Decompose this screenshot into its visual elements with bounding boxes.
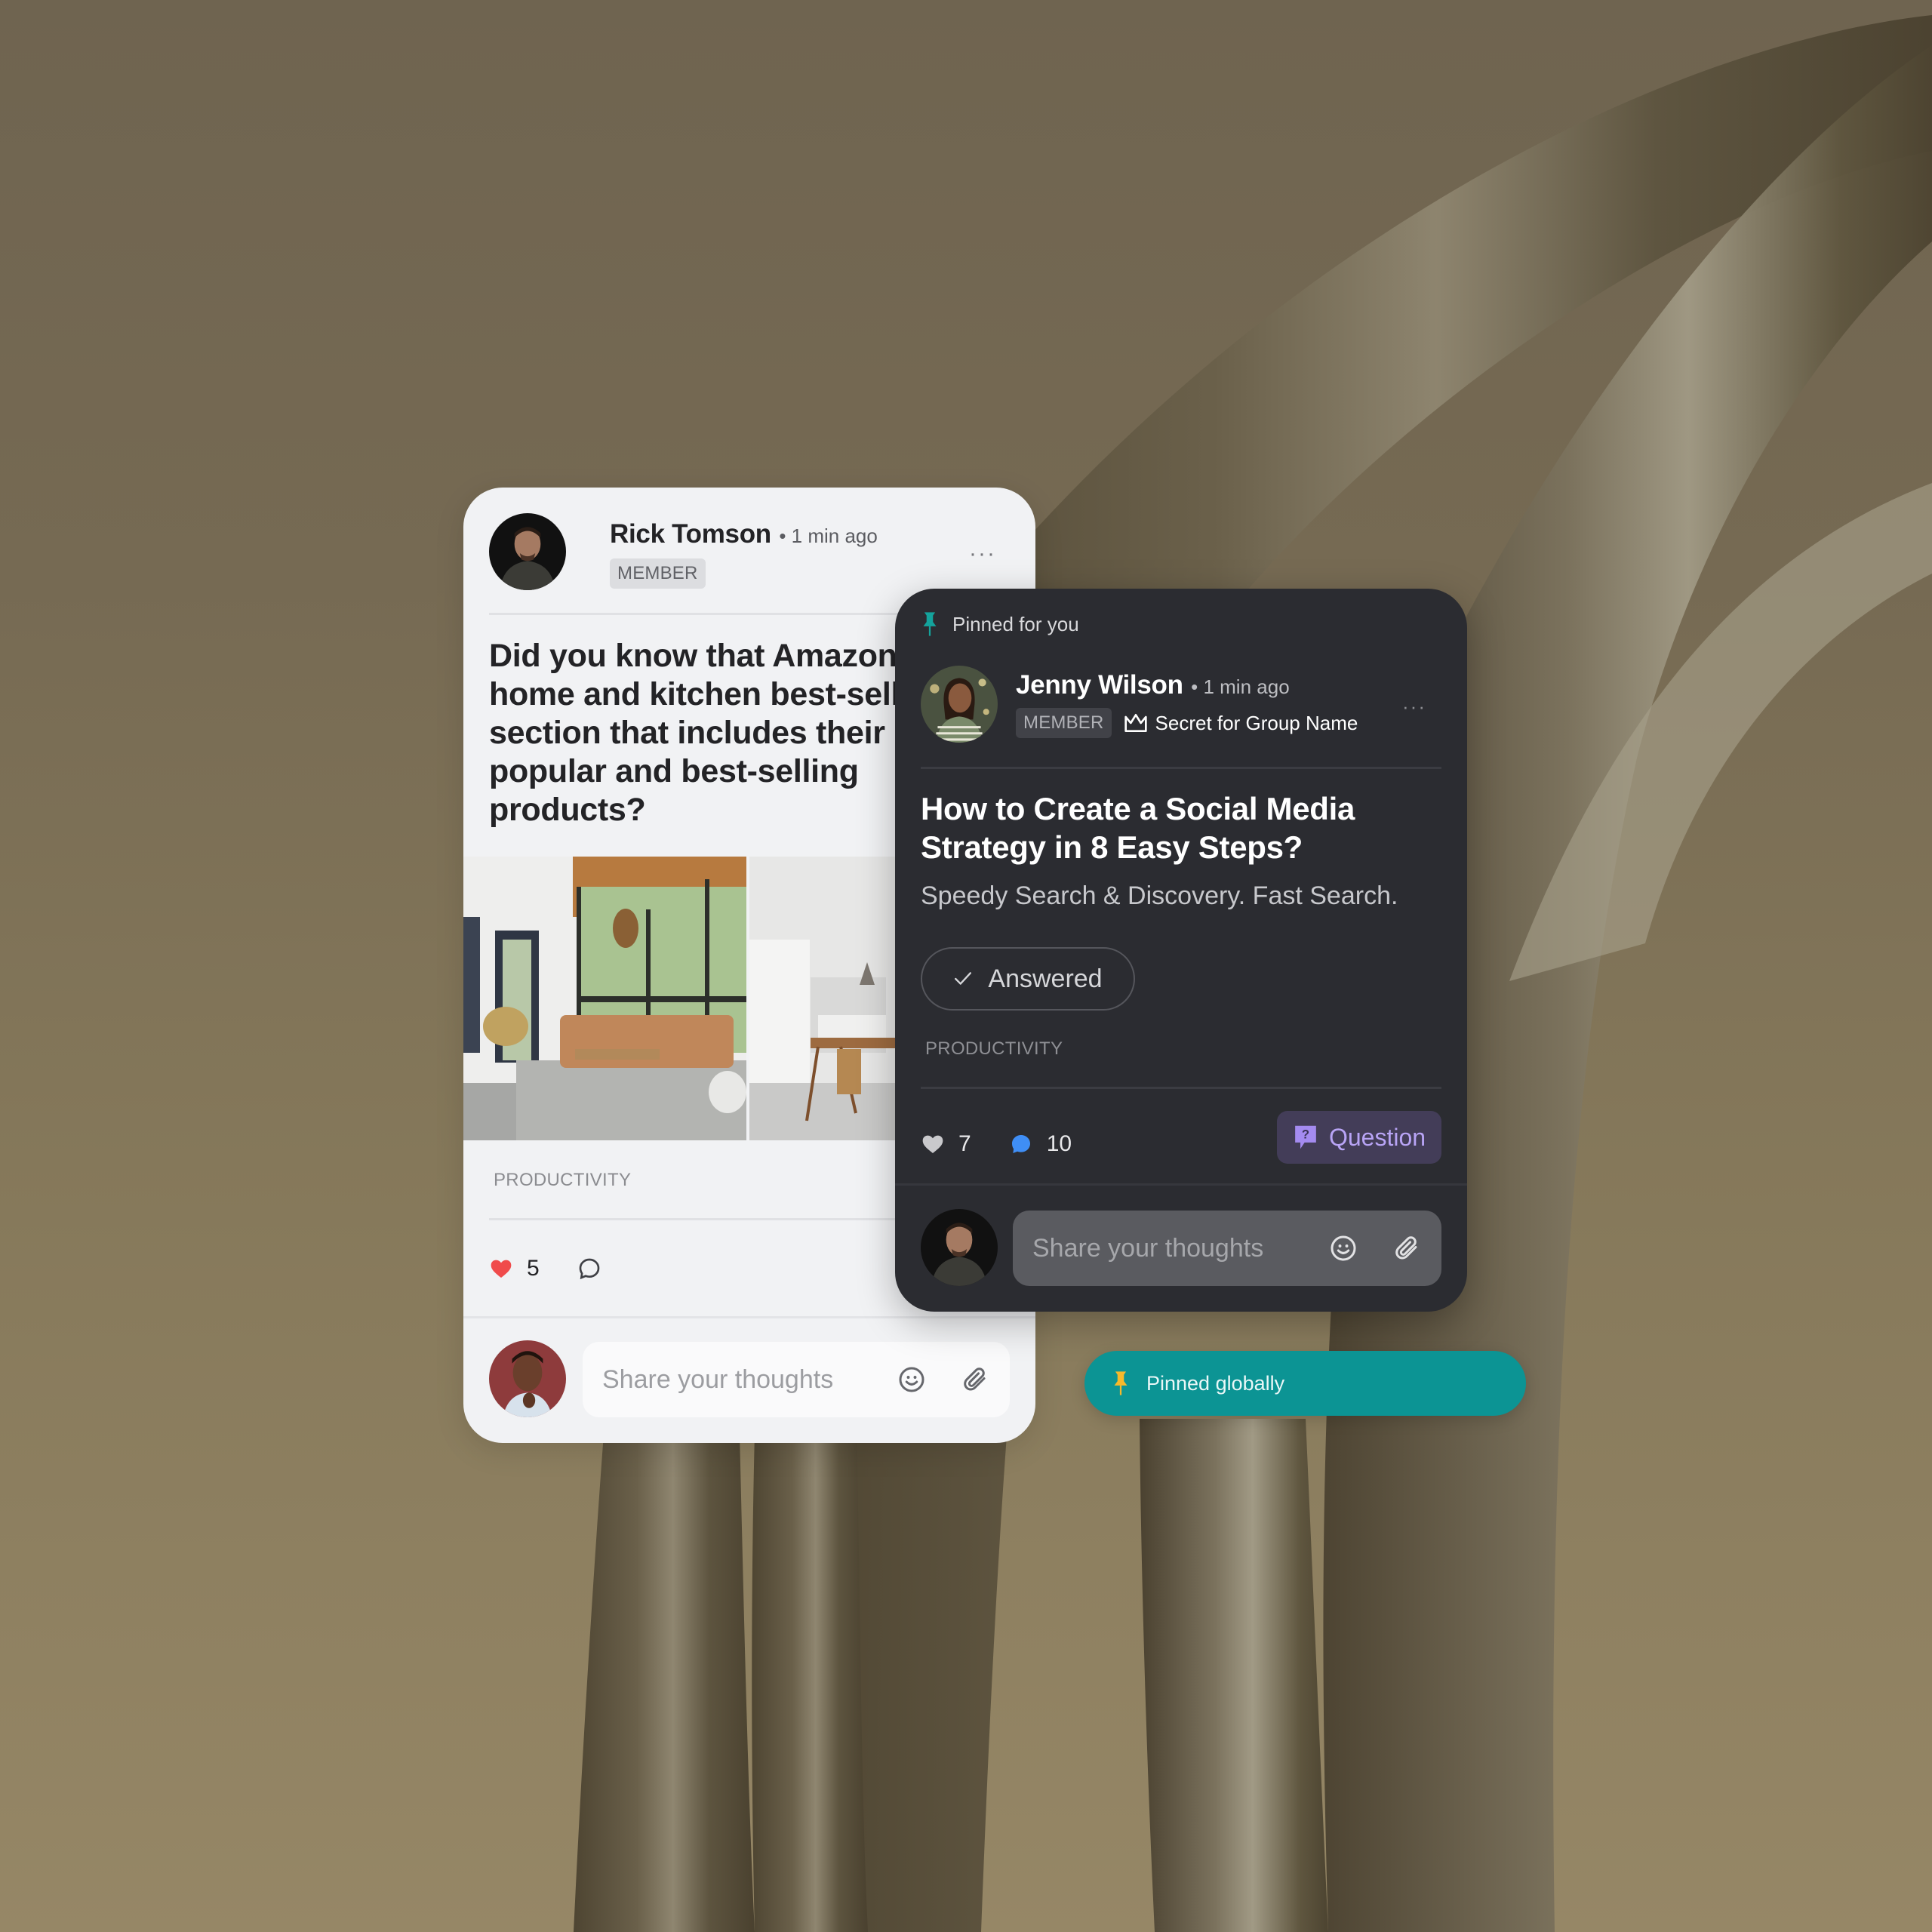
emoji-button[interactable] bbox=[898, 1366, 925, 1393]
comment-composer bbox=[921, 1209, 1441, 1286]
author-name[interactable]: Rick Tomson bbox=[610, 519, 771, 549]
avatar-man-icon bbox=[921, 1209, 998, 1286]
like-button[interactable]: 5 bbox=[489, 1256, 540, 1281]
group-tag[interactable]: Secret for Group Name bbox=[1124, 712, 1358, 735]
more-options-button[interactable]: ··· bbox=[1402, 697, 1426, 716]
like-button[interactable]: 7 bbox=[921, 1131, 971, 1157]
pinned-globally-text: Pinned globally bbox=[1146, 1371, 1285, 1395]
heart-filled-icon bbox=[491, 1260, 512, 1278]
current-user-avatar bbox=[921, 1209, 998, 1286]
attach-button[interactable] bbox=[1393, 1235, 1420, 1262]
pinned-for-you-text: Pinned for you bbox=[952, 612, 1079, 635]
divider bbox=[921, 767, 1441, 769]
pin-icon bbox=[923, 612, 937, 636]
post-title: How to Create a Social Media Strategy in… bbox=[921, 791, 1355, 865]
comment-input[interactable] bbox=[601, 1364, 875, 1395]
check-icon bbox=[955, 972, 972, 985]
answered-label: Answered bbox=[988, 964, 1103, 993]
question-type-badge[interactable]: ? Question bbox=[1277, 1111, 1441, 1164]
post-header: Rick Tomson • 1 min ago MEMBER ··· bbox=[489, 513, 1010, 590]
author-name[interactable]: Jenny Wilson bbox=[1016, 670, 1183, 700]
smiley-icon bbox=[1331, 1235, 1356, 1261]
post-tag[interactable]: PRODUCTIVITY bbox=[494, 1170, 631, 1191]
post-tag[interactable]: PRODUCTIVITY bbox=[925, 1038, 1063, 1060]
smiley-icon bbox=[899, 1367, 924, 1392]
like-count: 5 bbox=[527, 1256, 540, 1281]
comment-composer bbox=[489, 1340, 1010, 1417]
more-options-button[interactable]: ··· bbox=[969, 543, 996, 565]
author-line: Jenny Wilson • 1 min ago bbox=[1016, 670, 1290, 700]
author-badges: MEMBER Secret for Group Name bbox=[1016, 708, 1358, 738]
divider bbox=[463, 1316, 1035, 1318]
heart-icon bbox=[922, 1135, 943, 1153]
question-bubble-icon: ? bbox=[1295, 1125, 1316, 1149]
role-badge: MEMBER bbox=[610, 558, 706, 589]
comment-outline-icon bbox=[579, 1258, 600, 1280]
living-room-photo[interactable] bbox=[463, 857, 746, 1140]
role-badge: MEMBER bbox=[1016, 708, 1112, 738]
avatar-woman-outdoor-icon bbox=[921, 666, 998, 743]
avatar-man-icon bbox=[489, 513, 566, 590]
author-avatar[interactable] bbox=[489, 513, 566, 590]
comment-input[interactable] bbox=[1031, 1232, 1306, 1264]
like-count: 7 bbox=[958, 1131, 971, 1156]
svg-text:?: ? bbox=[1302, 1127, 1309, 1141]
pin-icon bbox=[1114, 1371, 1128, 1395]
post-time: • 1 min ago bbox=[1191, 675, 1290, 698]
post-header: Jenny Wilson • 1 min ago MEMBER Secret f… bbox=[921, 666, 1441, 743]
paperclip-icon bbox=[964, 1367, 986, 1391]
divider bbox=[921, 1087, 1441, 1089]
current-user-avatar bbox=[489, 1340, 566, 1417]
paperclip-icon bbox=[1395, 1236, 1417, 1260]
comment-button[interactable] bbox=[577, 1257, 601, 1281]
comment-input-box bbox=[1013, 1211, 1441, 1286]
comment-filled-icon bbox=[1011, 1135, 1030, 1153]
post-time: • 1 min ago bbox=[779, 525, 878, 547]
comment-input-box bbox=[583, 1342, 1010, 1417]
answered-button[interactable]: Answered bbox=[921, 947, 1135, 1011]
pinned-for-you-label: Pinned for you bbox=[921, 611, 1079, 637]
attach-button[interactable] bbox=[961, 1366, 989, 1393]
crown-icon bbox=[1124, 713, 1147, 732]
author-avatar[interactable] bbox=[921, 666, 998, 743]
author-line: Rick Tomson • 1 min ago bbox=[610, 519, 878, 549]
emoji-button[interactable] bbox=[1330, 1235, 1357, 1262]
comment-count: 10 bbox=[1046, 1131, 1072, 1156]
avatar-woman-icon bbox=[489, 1340, 566, 1417]
pinned-globally-banner[interactable]: Pinned globally bbox=[1084, 1351, 1526, 1416]
group-name: Secret for Group Name bbox=[1155, 711, 1358, 734]
comment-button[interactable]: 10 bbox=[1009, 1131, 1072, 1157]
reaction-bar: 5 bbox=[489, 1250, 639, 1287]
post-card-dark: Pinned for you Jenny Wilson • 1 min ago … bbox=[895, 589, 1467, 1312]
post-subtitle: Speedy Search & Discovery. Fast Search. bbox=[921, 881, 1398, 910]
reaction-bar: 7 10 bbox=[921, 1117, 1109, 1171]
question-label: Question bbox=[1328, 1123, 1426, 1151]
divider bbox=[895, 1183, 1467, 1186]
